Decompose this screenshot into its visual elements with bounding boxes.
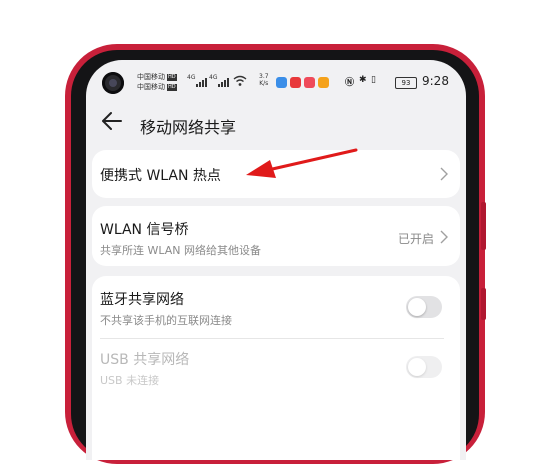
hotspot-label: 便携式 WLAN 热点 (100, 168, 221, 184)
wlan-bridge-status: 已开启 (398, 232, 435, 246)
back-arrow-icon[interactable] (100, 110, 124, 132)
carrier-1-label: 中国移动 (137, 73, 165, 81)
phone-side-button (481, 202, 486, 250)
wlan-bridge-subtitle: 共享所连 WLAN 网络给其他设备 (100, 244, 262, 257)
carrier-2-label: 中国移动 (137, 83, 165, 91)
hotspot-row[interactable]: 便携式 WLAN 热点 (92, 150, 460, 198)
chevron-right-icon (440, 167, 448, 181)
app-notification-icon (318, 77, 329, 88)
network-type-2: 4G (209, 74, 218, 81)
bluetooth-tethering-subtitle: 不共享该手机的互联网连接 (100, 314, 232, 327)
battery-level: 93 (401, 79, 411, 87)
net-speed: 3.7 K/s (259, 73, 269, 87)
usb-tethering-label: USB 共享网络 (100, 352, 190, 368)
net-speed-unit: K/s (259, 80, 269, 87)
wlan-bridge-row[interactable]: WLAN 信号桥 共享所连 WLAN 网络给其他设备 已开启 (92, 206, 460, 266)
hd-badge: HD (167, 73, 177, 81)
bluetooth-tethering-label: 蓝牙共享网络 (100, 292, 184, 308)
bluetooth-tethering-toggle[interactable] (406, 296, 442, 318)
phone-screen: 中国移动 HD 中国移动 HD 4G 4G 3.7 K/s Ⓝ ✱ ▯ 93 9… (86, 60, 466, 460)
chevron-right-icon (440, 230, 448, 244)
front-camera (102, 72, 124, 94)
battery-icon: 93 (395, 77, 417, 89)
wlan-bridge-label: WLAN 信号桥 (100, 222, 189, 238)
net-speed-value: 3.7 (259, 73, 269, 80)
phone-power-button (481, 288, 486, 320)
nfc-icon: Ⓝ (345, 78, 355, 88)
divider (100, 338, 444, 339)
status-bar: 中国移动 HD 中国移动 HD 4G 4G 3.7 K/s Ⓝ ✱ ▯ 93 9… (86, 60, 466, 102)
carrier-info: 中国移动 HD 中国移动 HD (137, 72, 177, 92)
app-notification-icon (304, 77, 315, 88)
tethering-card: 蓝牙共享网络 不共享该手机的互联网连接 USB 共享网络 USB 未连接 (92, 276, 460, 460)
network-type-1: 4G (187, 74, 196, 81)
app-notification-icon (290, 77, 301, 88)
usb-tethering-toggle[interactable] (406, 356, 442, 378)
page-title: 移动网络共享 (140, 118, 237, 137)
hd-badge-2: HD (167, 83, 177, 91)
signal-icon-2 (218, 77, 229, 87)
vibrate-icon: ▯ (371, 75, 376, 85)
app-notification-icon (276, 77, 287, 88)
page-header: 移动网络共享 (86, 102, 466, 142)
wifi-icon (233, 75, 247, 86)
usb-tethering-subtitle: USB 未连接 (100, 374, 160, 387)
bluetooth-icon: ✱ (359, 75, 367, 85)
signal-icon (196, 77, 207, 87)
clock: 9:28 (422, 74, 449, 88)
